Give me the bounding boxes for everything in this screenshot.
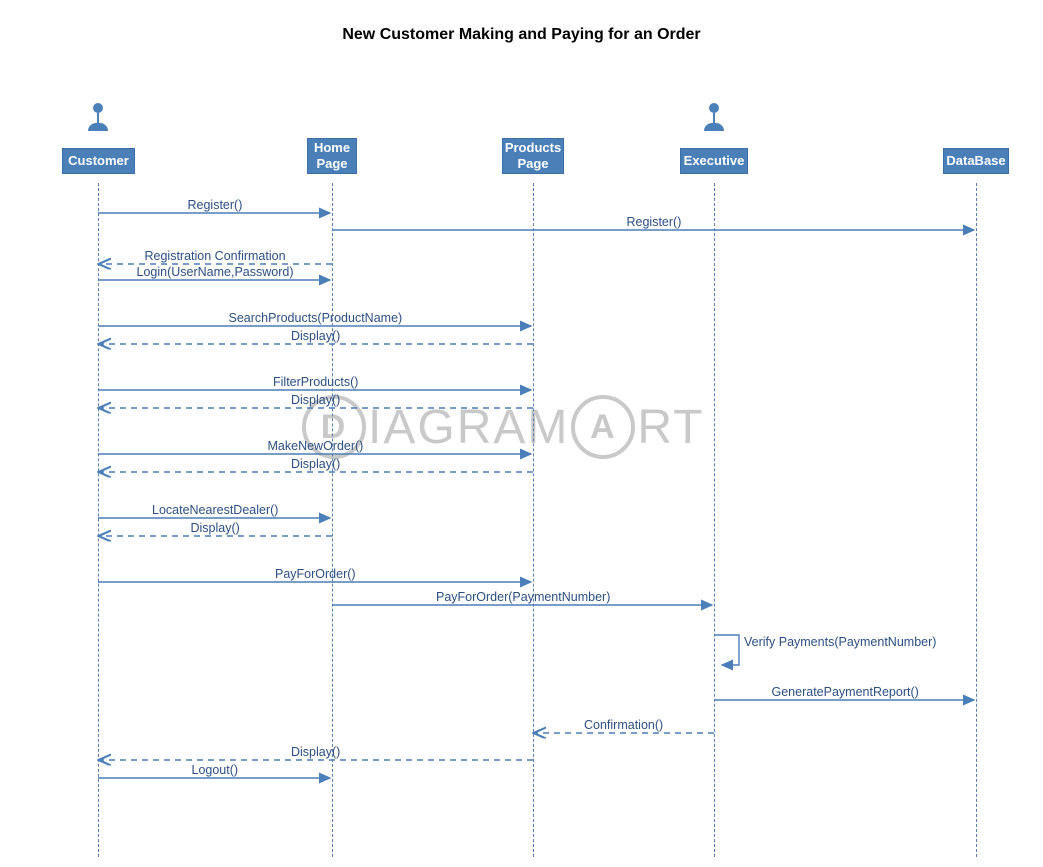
message-label: LocateNearestDealer() <box>152 503 278 517</box>
lifeline-customer: Customer <box>62 148 135 174</box>
lifeline-executive: Executive <box>680 148 748 174</box>
message-label: Display() <box>291 457 340 471</box>
message-label: Display() <box>191 521 240 535</box>
lifeline-line-executive <box>714 183 715 857</box>
diagram-title: New Customer Making and Paying for an Or… <box>0 26 1043 44</box>
message-label: Registration Confirmation <box>145 249 286 263</box>
lifeline-products: Products Page <box>502 138 564 174</box>
message-label: Logout() <box>192 763 239 777</box>
message-label: Display() <box>291 329 340 343</box>
message-label: PayForOrder(PaymentNumber) <box>436 590 610 604</box>
watermark-tail: RT <box>637 400 704 455</box>
message-label: Confirmation() <box>584 718 663 732</box>
message-label: Login(UserName,Password) <box>137 265 294 279</box>
lifeline-line-customer <box>98 183 99 857</box>
message-label: Register() <box>188 198 243 212</box>
watermark-a-icon: A <box>571 395 635 459</box>
message-label: MakeNewOrder() <box>268 439 364 453</box>
message-label: PayForOrder() <box>275 567 356 581</box>
message-label: SearchProducts(ProductName) <box>229 311 403 325</box>
message-label: Display() <box>291 393 340 407</box>
message-label: Register() <box>627 215 682 229</box>
lifeline-line-products <box>533 183 534 857</box>
watermark-text: IAGRAM <box>368 400 569 455</box>
lifeline-line-database <box>976 183 977 857</box>
lifeline-homepage: Home Page <box>307 138 357 174</box>
sequence-arrows <box>0 0 1043 867</box>
message-label: Verify Payments(PaymentNumber) <box>744 635 936 649</box>
message-label: GeneratePaymentReport() <box>772 685 919 699</box>
message-label: Display() <box>291 745 340 759</box>
message-label: FilterProducts() <box>273 375 358 389</box>
lifeline-database: DataBase <box>943 148 1009 174</box>
